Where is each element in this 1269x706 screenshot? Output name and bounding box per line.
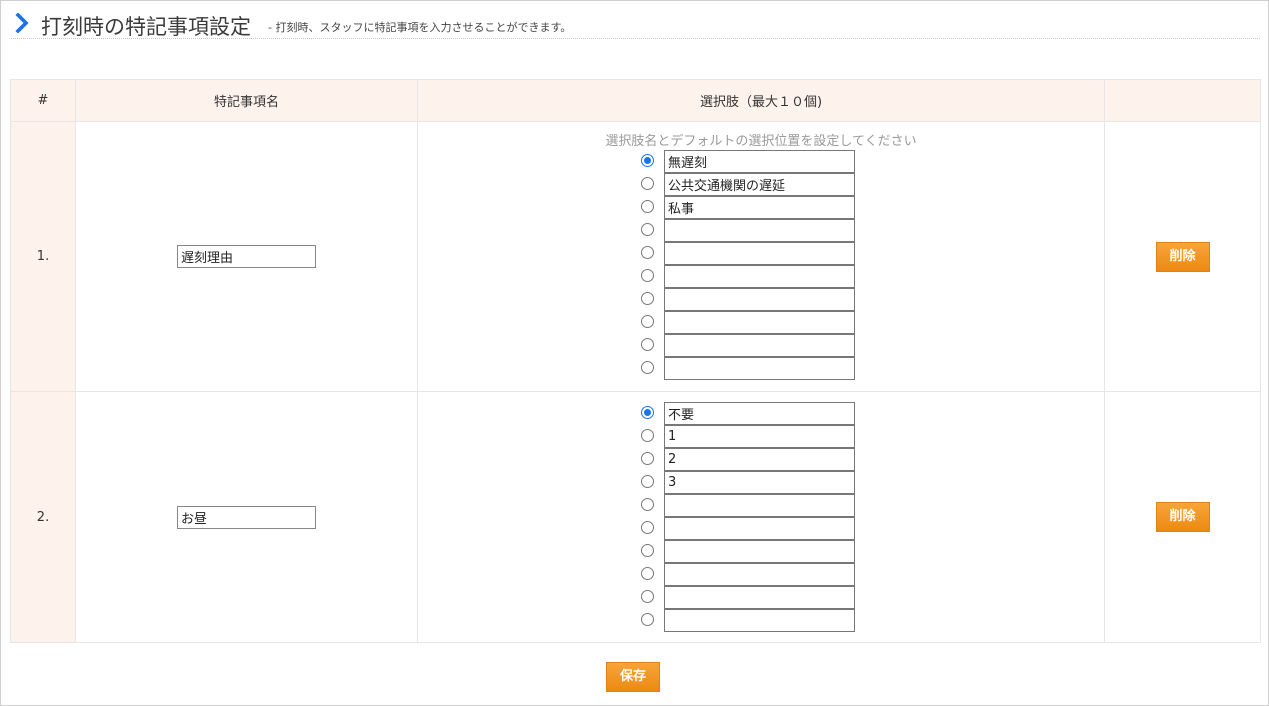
choice-row [641, 173, 881, 196]
column-header-action [1104, 79, 1261, 122]
default-choice-radio[interactable] [641, 315, 654, 328]
choice-input[interactable] [664, 334, 855, 357]
default-choice-radio[interactable] [641, 429, 654, 442]
default-choice-radio[interactable] [641, 338, 654, 351]
choice-row [641, 288, 881, 311]
default-choice-radio[interactable] [641, 544, 654, 557]
column-header-name: 特記事項名 [75, 79, 418, 122]
default-choice-radio[interactable] [641, 498, 654, 511]
choice-input[interactable] [664, 609, 855, 632]
choice-row [641, 448, 881, 471]
default-choice-radio[interactable] [641, 567, 654, 580]
page-subtitle: - 打刻時、スタッフに特記事項を入力させることができます。 [268, 21, 572, 34]
name-cell [75, 121, 418, 392]
table-row: 1. 選択肢名とデフォルトの選択位置を設定してください削除 [10, 121, 1261, 392]
column-header-choices: 選択肢（最大１０個) [417, 79, 1105, 122]
choice-row [641, 402, 881, 425]
choice-input[interactable] [664, 150, 855, 173]
delete-button[interactable]: 削除 [1155, 241, 1210, 272]
choice-input[interactable] [664, 448, 855, 471]
choices-list: 選択肢名とデフォルトの選択位置を設定してください [605, 133, 917, 380]
default-choice-radio[interactable] [641, 406, 654, 419]
choice-row [641, 425, 881, 448]
choice-input[interactable] [664, 563, 855, 586]
choice-input[interactable] [664, 425, 855, 448]
choice-input[interactable] [664, 288, 855, 311]
note-name-input[interactable] [177, 505, 316, 529]
choice-row [641, 540, 881, 563]
choice-input[interactable] [664, 219, 855, 242]
choice-input[interactable] [664, 357, 855, 380]
choice-input[interactable] [664, 494, 855, 517]
default-choice-radio[interactable] [641, 590, 654, 603]
choices-hint: 選択肢名とデフォルトの選択位置を設定してください [605, 134, 917, 149]
default-choice-radio[interactable] [641, 613, 654, 626]
choice-input[interactable] [664, 402, 855, 425]
delete-button[interactable]: 削除 [1155, 502, 1210, 532]
table-body: 1. 選択肢名とデフォルトの選択位置を設定してください削除 2. 削除 [10, 121, 1261, 643]
default-choice-radio[interactable] [641, 475, 654, 488]
choice-input[interactable] [664, 586, 855, 609]
choice-row [641, 357, 881, 380]
choices-list [641, 402, 881, 632]
choices-cell: 選択肢名とデフォルトの選択位置を設定してください [417, 121, 1105, 392]
action-cell: 削除 [1104, 391, 1261, 643]
row-index: 2. [10, 391, 76, 643]
choice-row [641, 311, 881, 334]
default-choice-radio[interactable] [641, 246, 654, 259]
action-cell: 削除 [1104, 121, 1261, 392]
choice-row [641, 334, 881, 357]
special-notes-table: # 特記事項名 選択肢（最大１０個) 1. 選択肢名とデフォルトの選択位置を設定し… [10, 79, 1261, 643]
default-choice-radio[interactable] [641, 521, 654, 534]
default-choice-radio[interactable] [641, 361, 654, 374]
table-header-row: # 特記事項名 選択肢（最大１０個) [10, 79, 1261, 122]
choice-row [641, 471, 881, 494]
page-header: 打刻時の特記事項設定 - 打刻時、スタッフに特記事項を入力させることができます。 [11, 7, 1260, 39]
choice-input[interactable] [664, 196, 855, 219]
choice-row [641, 265, 881, 288]
name-cell [75, 391, 418, 643]
default-choice-radio[interactable] [641, 452, 654, 465]
row-index: 1. [10, 121, 76, 392]
choice-row [641, 219, 881, 242]
choice-row [641, 586, 881, 609]
choice-row [641, 196, 881, 219]
page-title: 打刻時の特記事項設定 [41, 15, 251, 39]
choice-input[interactable] [664, 517, 855, 540]
choice-input[interactable] [664, 242, 855, 265]
choice-row [641, 242, 881, 265]
default-choice-radio[interactable] [641, 177, 654, 190]
choices-cell [417, 391, 1105, 643]
choice-input[interactable] [664, 265, 855, 288]
save-button[interactable]: 保存 [606, 662, 660, 692]
default-choice-radio[interactable] [641, 200, 654, 213]
choice-input[interactable] [664, 540, 855, 563]
save-area: 保存 [606, 662, 660, 692]
default-choice-radio[interactable] [641, 292, 654, 305]
table-row: 2. 削除 [10, 391, 1261, 643]
choice-input[interactable] [664, 471, 855, 494]
choice-row [641, 563, 881, 586]
chevron-right-icon [15, 13, 29, 33]
choice-input[interactable] [664, 173, 855, 196]
page-frame: 打刻時の特記事項設定 - 打刻時、スタッフに特記事項を入力させることができます。… [0, 0, 1269, 706]
choice-row [641, 494, 881, 517]
choice-row [641, 517, 881, 540]
column-header-index: # [10, 79, 76, 122]
choice-row [641, 150, 881, 173]
default-choice-radio[interactable] [641, 223, 654, 236]
choice-input[interactable] [664, 311, 855, 334]
default-choice-radio[interactable] [641, 154, 654, 167]
default-choice-radio[interactable] [641, 269, 654, 282]
note-name-input[interactable] [177, 245, 316, 268]
choice-row [641, 609, 881, 632]
